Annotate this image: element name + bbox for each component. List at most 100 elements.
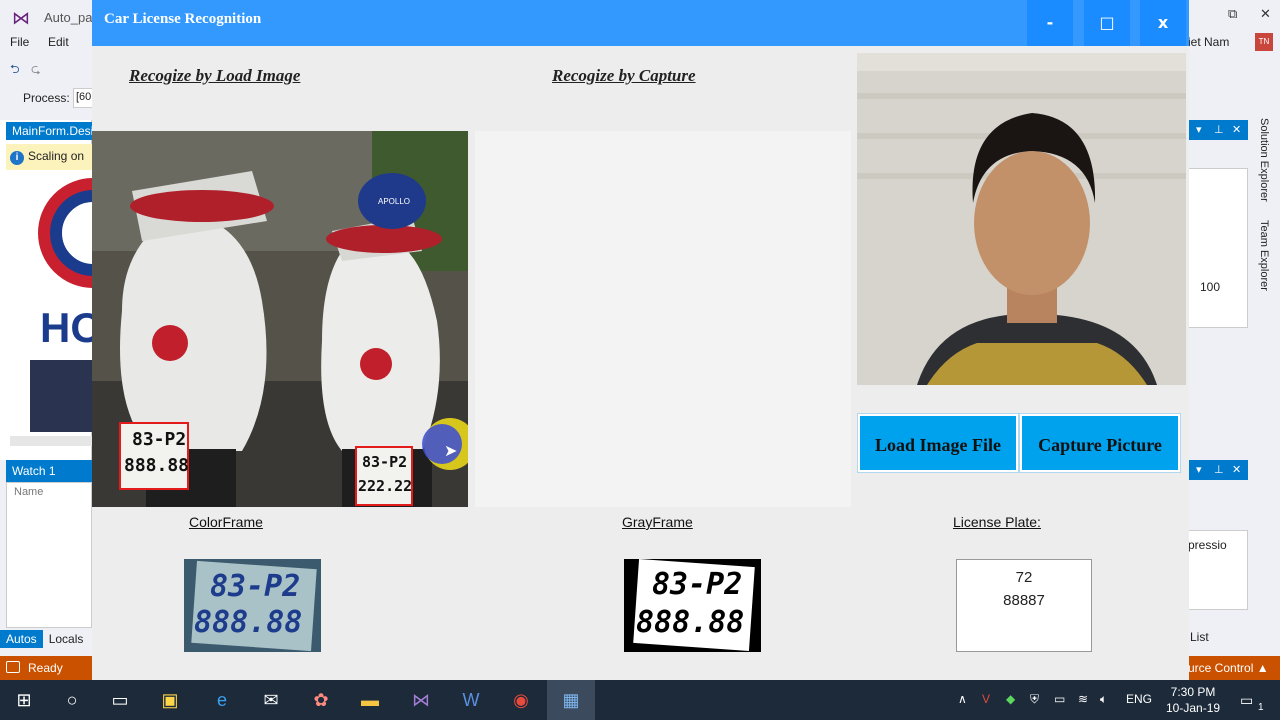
back-arrow-icon[interactable]: ⮌ [10,62,20,76]
app-title: Car License Recognition [104,11,262,27]
close-panel-icon[interactable]: ✕ [1232,123,1241,136]
loaded-image-box: 83-P2 888.88 83-P2 222.22 APOLLO ➤ [92,131,468,507]
store-icon[interactable]: ▣ [158,688,182,712]
close-button[interactable]: x [1140,0,1186,46]
tab-mainform-designer[interactable]: MainForm.Desi [6,122,92,140]
color-frame-label: ColorFrame [189,514,263,530]
helmet-brand: APOLLO [378,197,411,206]
menu-file[interactable]: File [10,35,29,49]
plate-result-line1: 72 [1015,569,1033,586]
info-icon: i [10,151,24,165]
plate-right-line2: 222.22 [358,477,413,495]
properties-panel [1188,168,1248,328]
process-label: Process: [23,91,70,105]
avatar[interactable]: TN [1255,33,1273,51]
horizontal-scrollbar[interactable] [10,436,92,446]
load-image-file-button[interactable]: Load Image File [858,414,1018,472]
mail-icon[interactable]: ✉ [259,688,283,712]
watch-panel-header-right: ▾ ⊥ ✕ [1188,460,1248,480]
gray-frame-image: 83-P2 888.88 [624,559,761,652]
gray-frame-label: GrayFrame [622,514,693,530]
vs-right-top-area: ⧉ ✕ [1188,0,1280,120]
close-panel-icon[interactable]: ✕ [1232,463,1241,476]
dropdown-icon[interactable]: ▾ [1196,123,1202,136]
forward-arrow-icon[interactable]: ⮎ [31,62,41,76]
notification-count: 1 [1258,702,1264,713]
tab-list[interactable]: List [1190,630,1209,644]
file-explorer-icon[interactable]: ▬ [358,688,382,712]
input-language[interactable]: ENG [1126,692,1152,706]
status-icon [6,661,20,673]
close-icon[interactable]: ✕ [1260,6,1271,22]
battery-icon[interactable]: ▭ [1054,692,1065,706]
plate-left-line1: 83-P2 [132,429,187,450]
solution-panel-header: ▾ ⊥ ✕ [1188,120,1248,140]
app-window: Car License Recognition - □ x Recogize b… [92,0,1189,680]
section-title-load: Recogize by Load Image [129,66,301,85]
status-ready: Ready [28,661,63,675]
tab-locals[interactable]: Locals [43,630,90,648]
logo-text: HO [40,304,92,351]
edge-icon[interactable]: e [210,688,234,712]
clock[interactable]: 7:30 PM 10-Jan-19 [1166,684,1220,716]
source-control-label: urce Control [1188,661,1254,675]
tray-app2-icon[interactable]: ◆ [1006,692,1015,706]
color-frame-image: 83-P2 888.88 [184,559,321,652]
webcam-person [857,53,1186,385]
capture-picture-button[interactable]: Capture Picture [1020,414,1180,472]
property-value: 100 [1200,280,1221,294]
plate-left-line2: 888.88 [124,455,190,476]
pin-icon[interactable]: ⊥ [1214,463,1224,476]
defender-icon[interactable]: ⛨ [1030,692,1039,707]
restore-icon[interactable]: ⧉ [1228,6,1237,22]
license-plate-result: 72 88887 [956,559,1092,652]
debug-tabs: Autos Locals [0,630,92,650]
windows-start-icon[interactable]: ⊞ [12,688,36,712]
menu-edit[interactable]: Edit [48,35,69,49]
title-bar: Car License Recognition - □ x [92,0,1189,46]
info-bar: i Scaling on [6,144,92,170]
visual-studio-logo-icon: ⋈ [12,8,30,28]
notification-icon[interactable]: ▭ [1240,692,1253,709]
logo-dark-area [30,360,92,432]
watch-panel [6,482,92,628]
color-frame-line1: 83-P2 [210,569,301,604]
search-icon[interactable]: ○ [60,688,84,712]
minimize-button[interactable]: - [1027,0,1073,46]
tray-chevron-icon[interactable]: ∧ [958,692,967,706]
pin-icon[interactable]: ⊥ [1214,123,1224,136]
wifi-icon[interactable]: ≋ [1078,692,1088,706]
task-view-icon[interactable]: ▭ [108,688,132,712]
license-plate-label: License Plate: [953,514,1041,530]
clock-time: 7:30 PM [1170,685,1216,699]
volume-icon[interactable]: 🔈︎ [1100,692,1107,707]
word-icon[interactable]: W [459,688,483,712]
visual-studio-icon[interactable]: ⋈ [409,688,433,712]
tab-autos[interactable]: Autos [0,630,43,648]
tray-app-icon[interactable]: V [982,692,990,706]
source-control-status[interactable]: urce Control ▲ [1188,661,1269,675]
maximize-button[interactable]: □ [1084,0,1130,46]
language-selector[interactable]: iet Nam [1188,35,1229,49]
vs-window-title: Auto_par [44,10,97,25]
watch-name-column: Name [14,486,44,498]
windows-taskbar: ⊞ ○ ▭ ▣ e ✉ ✿ ▬ ⋈ W ◉ ▦ ∧ V ◆ ⛨ ▭ ≋ 🔈︎ E… [0,680,1280,720]
vs-toolbar: ⮌ ⮎ [10,60,41,78]
tab-watch-1[interactable]: Watch 1 [6,460,92,482]
designer-logo-preview: HO [30,170,92,432]
gray-frame-line2: 888.88 [636,605,745,640]
section-title-capture: Recogize by Capture [552,66,696,85]
plate-result-line2: 88887 [1003,592,1045,609]
tab-team-explorer[interactable]: Team Explorer [1256,220,1270,300]
chrome-icon[interactable]: ◉ [509,688,533,712]
scooters-photo [92,131,468,507]
plate-right-line1: 83-P2 [362,453,408,471]
capture-image-box [475,131,851,507]
tab-solution-explorer[interactable]: Solution Explorer [1256,118,1270,214]
mouse-cursor-icon: ➤ [444,443,458,460]
color-frame-line2: 888.88 [194,605,303,640]
dropdown-icon[interactable]: ▾ [1196,463,1202,476]
paint-icon[interactable]: ✿ [309,688,333,712]
license-app-icon[interactable]: ▦ [559,688,583,712]
expression-column: pressio [1188,538,1227,552]
